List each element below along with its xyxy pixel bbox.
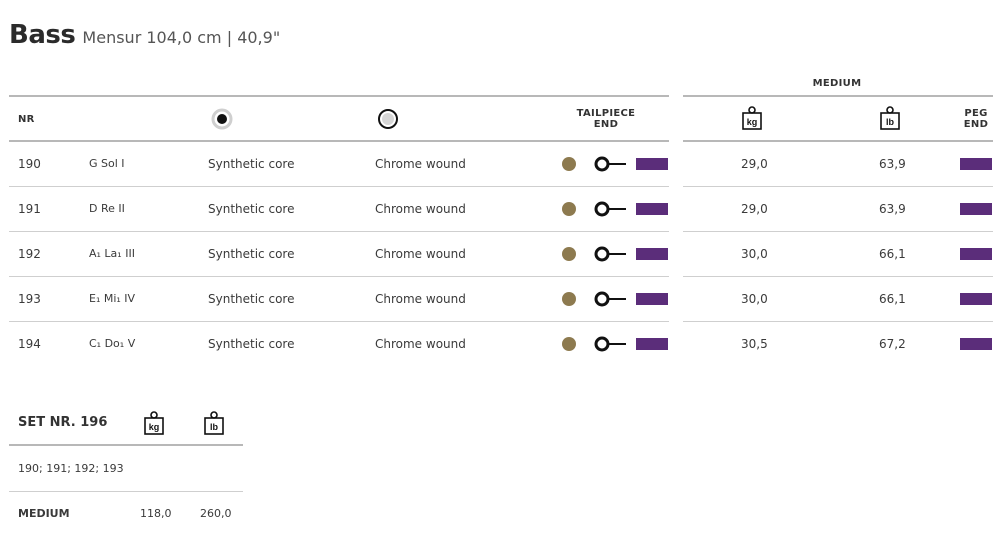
svg-text:kg: kg [747,117,758,127]
row-separator-right [683,231,993,232]
row-winding: Chrome wound [375,292,466,306]
column-header-tailpiece-end: TAILPIECE END [566,108,646,130]
ball-end-icon [594,201,626,217]
row-core: Synthetic core [208,292,295,306]
row-kg: 29,0 [741,157,768,171]
row-nr: 192 [18,247,41,261]
svg-text:lb: lb [210,422,219,432]
row-separator-left [9,321,669,322]
tailpiece-line1: TAILPIECE [576,108,636,119]
set-kg-weight-icon: kg [144,411,164,435]
row-nr: 193 [18,292,41,306]
row-note: E₁ Mi₁ IV [89,292,136,305]
row-kg: 30,5 [741,337,768,351]
page-title: Bass Mensur 104,0 cm | 40,9" [9,20,280,50]
peg-line1: PEG [964,108,988,119]
row-color-dot [562,337,576,351]
set-header-line [9,444,243,446]
column-header-nr: NR [18,114,35,125]
row-peg-color-bar [960,203,992,215]
row-note: G Sol I [89,157,125,170]
ball-end-icon [594,291,626,307]
set-strings: 190; 191; 192; 193 [18,462,124,475]
row-color-dot [562,292,576,306]
row-core: Synthetic core [208,157,295,171]
row-note: C₁ Do₁ V [89,337,136,350]
row-kg: 30,0 [741,292,768,306]
lb-weight-icon: lb [880,106,900,130]
row-lb: 63,9 [879,157,906,171]
header-top-line-left [9,95,669,97]
set-tension-label: MEDIUM [18,507,70,520]
row-peg-color-bar [960,293,992,305]
set-divider-line [9,491,243,492]
title-main: Bass [9,20,76,50]
header-bottom-line-left [9,140,669,142]
row-peg-color-bar [960,248,992,260]
set-title: SET NR. 196 [18,415,108,430]
row-separator-left [9,276,669,277]
row-separator-right [683,321,993,322]
ball-end-icon [594,246,626,262]
row-separator-left [9,231,669,232]
tailpiece-line2: END [593,119,619,130]
row-core: Synthetic core [208,247,295,261]
column-header-peg-end: PEG END [956,108,996,130]
peg-line2: END [963,119,989,130]
row-color-dot [562,157,576,171]
svg-text:lb: lb [886,117,895,127]
row-winding: Chrome wound [375,337,466,351]
set-lb-value: 260,0 [200,507,232,520]
row-peg-color-bar [960,338,992,350]
row-winding: Chrome wound [375,202,466,216]
row-nr: 194 [18,337,41,351]
row-nr: 191 [18,202,41,216]
header-bottom-line-right [683,140,993,142]
header-top-line-right [683,95,993,97]
row-kg: 30,0 [741,247,768,261]
set-lb-weight-icon: lb [204,411,224,435]
row-color-dot [562,202,576,216]
row-core: Synthetic core [208,202,295,216]
row-winding: Chrome wound [375,157,466,171]
row-tailpiece-color-bar [636,248,668,260]
title-subtitle: Mensur 104,0 cm | 40,9" [82,28,281,47]
row-note: D Re II [89,202,125,215]
row-core: Synthetic core [208,337,295,351]
ball-end-icon [594,156,626,172]
winding-icon [378,109,398,129]
set-kg-value: 118,0 [140,507,172,520]
svg-text:kg: kg [149,422,160,432]
row-separator-right [683,276,993,277]
row-lb: 63,9 [879,202,906,216]
row-nr: 190 [18,157,41,171]
medium-group-label: MEDIUM [812,78,862,89]
row-winding: Chrome wound [375,247,466,261]
row-lb: 66,1 [879,292,906,306]
row-note: A₁ La₁ III [89,247,135,260]
kg-weight-icon: kg [742,106,762,130]
ball-end-icon [594,336,626,352]
row-separator-left [9,186,669,187]
row-lb: 67,2 [879,337,906,351]
row-tailpiece-color-bar [636,293,668,305]
row-tailpiece-color-bar [636,203,668,215]
core-icon [211,108,233,130]
row-tailpiece-color-bar [636,158,668,170]
row-peg-color-bar [960,158,992,170]
row-lb: 66,1 [879,247,906,261]
row-tailpiece-color-bar [636,338,668,350]
row-color-dot [562,247,576,261]
row-separator-right [683,186,993,187]
row-kg: 29,0 [741,202,768,216]
